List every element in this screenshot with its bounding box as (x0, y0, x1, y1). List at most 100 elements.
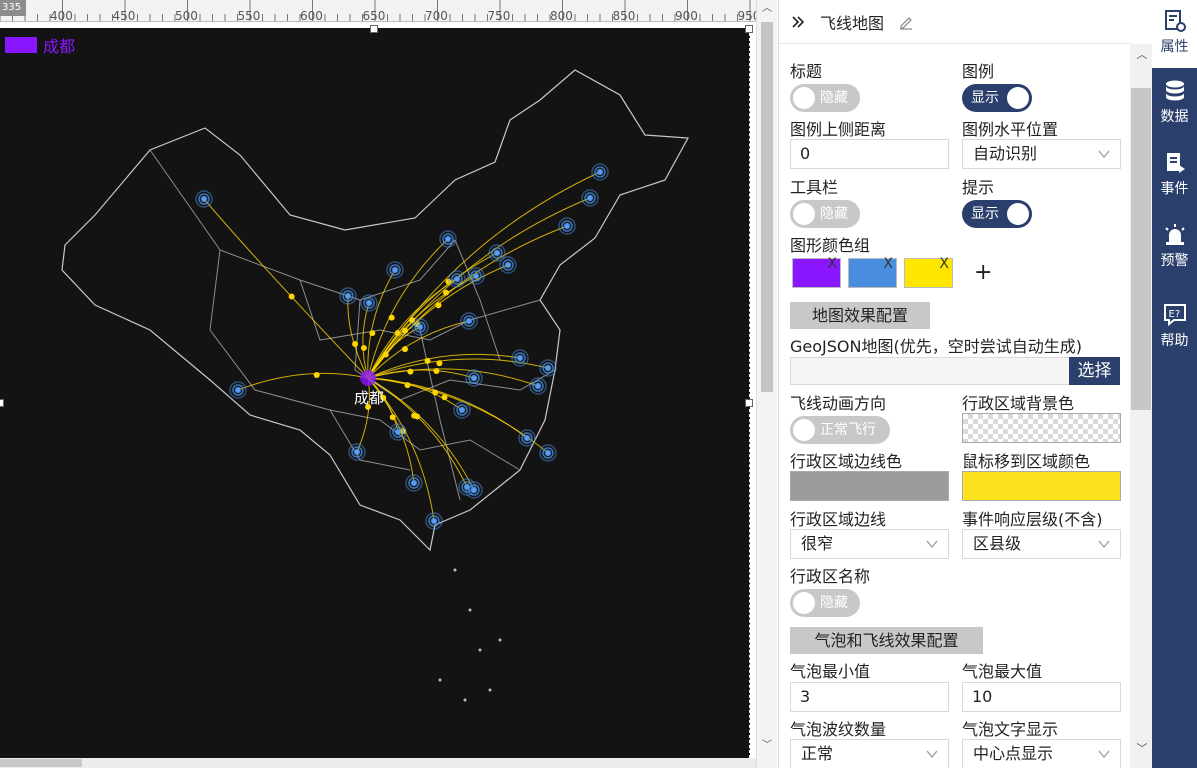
tool-help[interactable]: E? 帮助 (1152, 302, 1197, 350)
help-icon: E? (1163, 304, 1186, 327)
tool-help-label: 帮助 (1160, 333, 1189, 349)
city-bubble (472, 272, 480, 280)
resize-handle-right[interactable] (745, 399, 753, 407)
city-bubble (458, 406, 466, 414)
color-swatch[interactable]: X (792, 256, 841, 288)
bubble-min-label: 气泡最小值 (790, 662, 871, 681)
chevron-down-icon (926, 750, 938, 759)
panel-header: 飞线地图 (779, 0, 1131, 44)
ruler-tick-label: 650 (363, 9, 386, 22)
remove-color-icon[interactable]: X (883, 256, 893, 272)
toolbar-label: 工具栏 (790, 178, 839, 197)
color-swatch[interactable]: X (848, 256, 897, 288)
scroll-down-icon[interactable]: ﹀ (761, 740, 773, 752)
center-city-bubble (360, 370, 376, 386)
remove-color-icon[interactable]: X (827, 256, 837, 272)
bubble-max-input[interactable]: 10 (962, 682, 1121, 712)
remove-color-icon[interactable]: X (939, 256, 949, 272)
geojson-input[interactable] (790, 357, 1071, 385)
hover-color-label: 鼠标移到区域颜色 (962, 452, 1091, 471)
ruler-ticks: 400 450 500 550 600 650 700 750 800 850 900 950 (0, 0, 756, 22)
bubble-text-label: 气泡文字显示 (962, 720, 1059, 739)
scroll-up-icon[interactable]: ︿ (1136, 46, 1148, 61)
fly-line (367, 358, 549, 379)
resize-handle-top[interactable] (370, 25, 378, 33)
tool-events[interactable]: 事件 (1152, 150, 1197, 198)
resize-handle-top-right[interactable] (745, 25, 753, 33)
fly-arrow (288, 293, 295, 300)
fly-arrow (441, 394, 448, 401)
ripple-count-select[interactable]: 正常 (790, 739, 949, 768)
fly-arrow (407, 368, 414, 375)
area-border-color-picker[interactable] (790, 471, 949, 501)
city-bubble (200, 195, 208, 203)
city-bubble (453, 275, 461, 283)
title-toggle[interactable]: 隐藏 (790, 84, 860, 112)
island (438, 678, 442, 682)
fly-arrow (414, 413, 421, 420)
legend-top-input[interactable]: 0 (790, 139, 949, 169)
resize-handle-left[interactable] (0, 399, 4, 407)
canvas-vertical-scrollbar[interactable]: ︿ ﹀ (756, 0, 777, 768)
island (498, 638, 502, 642)
event-level-select[interactable]: 区县级 (962, 529, 1121, 559)
scroll-up-icon[interactable]: ︿ (761, 3, 773, 15)
map-legend[interactable]: 成都 (5, 33, 75, 57)
fly-direction-toggle[interactable]: 正常飞行 (790, 416, 890, 444)
tool-properties[interactable]: 属性 (1152, 0, 1197, 68)
city-bubble (465, 317, 473, 325)
canvas-horizontal-scrollbar[interactable] (0, 758, 756, 768)
color-swatch[interactable]: X (904, 256, 953, 288)
toolbar-toggle[interactable]: 隐藏 (790, 200, 860, 228)
center-city-label: 成都 (354, 389, 384, 407)
city-bubble (544, 364, 552, 372)
legend-setting-label: 图例 (962, 62, 995, 81)
legend-h-pos-select[interactable]: 自动识别 (962, 139, 1121, 169)
map-effect-section-button[interactable]: 地图效果配置 (790, 302, 930, 329)
add-color-button[interactable]: + (974, 260, 992, 285)
area-name-toggle[interactable]: 隐藏 (790, 589, 860, 617)
legend-top-label: 图例上侧距离 (790, 120, 887, 139)
chevron-down-icon (1098, 750, 1110, 759)
area-bg-color-picker[interactable] (962, 413, 1121, 443)
edit-title-icon[interactable] (898, 14, 914, 30)
fly-line-map-component[interactable]: 成都 成都 (0, 28, 750, 758)
collapse-panel-icon[interactable] (789, 13, 807, 31)
legend-toggle[interactable]: 显示 (962, 84, 1032, 112)
bubble-text-select[interactable]: 中心点显示 (962, 739, 1121, 768)
fly-arrow (388, 314, 395, 321)
hover-color-picker[interactable] (962, 471, 1121, 501)
scroll-down-icon[interactable]: ﹀ (1136, 740, 1148, 755)
tip-toggle[interactable]: 显示 (962, 200, 1032, 228)
choose-geojson-button[interactable]: 选择 (1069, 357, 1120, 385)
city-bubble (586, 194, 594, 202)
city-bubble (444, 235, 452, 243)
bubble-section-button[interactable]: 气泡和飞线效果配置 (790, 627, 983, 654)
scroll-thumb[interactable] (761, 22, 773, 392)
canvas-area: 400 450 500 550 600 650 700 750 800 850 900 950 335… (0, 0, 778, 768)
ruler-tick-label: 800 (550, 9, 573, 22)
tool-alert[interactable]: 预警 (1152, 222, 1197, 270)
ruler-tick-label: 600 (300, 9, 323, 22)
legend-swatch (5, 37, 37, 53)
geojson-label: GeoJSON地图(优先，空时尝试自动生成) (790, 337, 1082, 356)
island (488, 688, 492, 692)
fly-direction-label: 飞线动画方向 (790, 394, 887, 413)
database-icon (1165, 80, 1184, 101)
chevron-down-icon (926, 540, 938, 549)
province-border (149, 149, 456, 301)
color-group-label: 图形颜色组 (790, 236, 871, 255)
fly-arrow (436, 360, 443, 367)
city-bubble (470, 374, 478, 382)
legend-h-pos-label: 图例水平位置 (962, 120, 1059, 139)
scroll-thumb[interactable] (0, 759, 82, 767)
bubble-min-input[interactable]: 3 (790, 682, 949, 712)
tool-data[interactable]: 数据 (1152, 78, 1197, 126)
panel-scroll-thumb[interactable] (1131, 88, 1151, 410)
svg-text:E?: E? (1168, 309, 1180, 320)
title-label: 标题 (790, 62, 823, 81)
city-bubble (430, 517, 438, 525)
ruler-tick-label: 750 (488, 9, 511, 22)
area-border-select[interactable]: 很窄 (790, 529, 949, 559)
city-bubble (410, 479, 418, 487)
